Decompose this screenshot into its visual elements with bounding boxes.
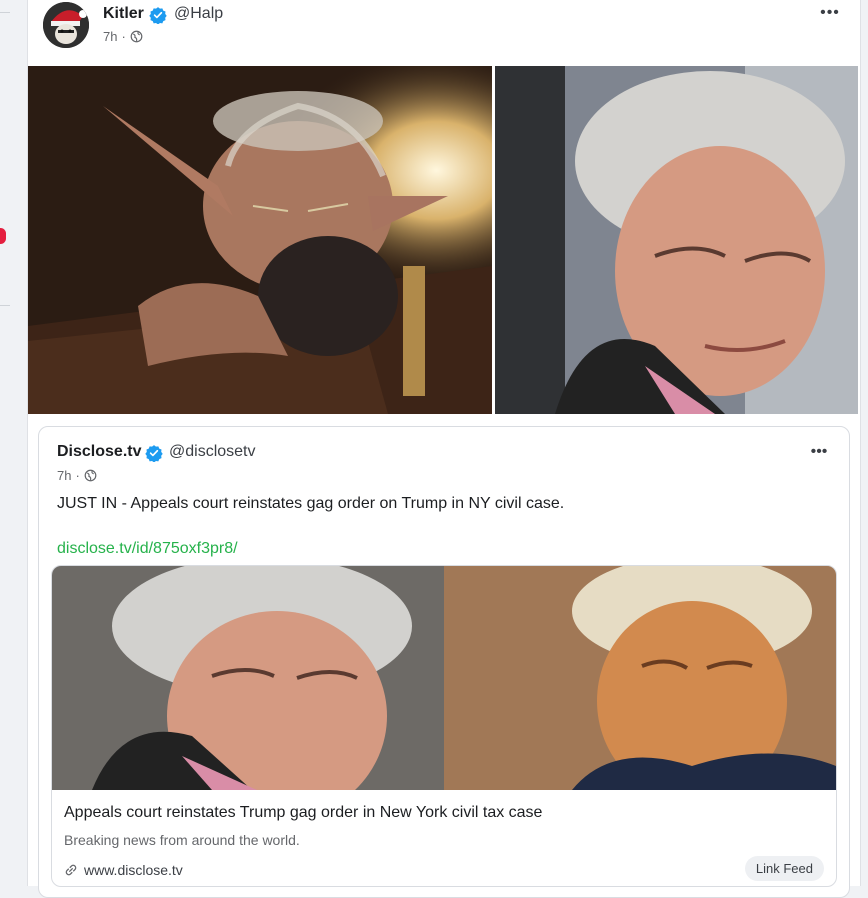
meta-separator: · [121, 29, 126, 44]
post-card: Kitler @Halp 7h · ••• Disclose.tv @discl… [27, 0, 861, 898]
meta-separator: · [75, 468, 80, 483]
quoted-time[interactable]: 7h [57, 468, 71, 483]
left-sidebar-edge [0, 0, 12, 886]
link-preview-description: Breaking news from around the world. [64, 832, 300, 848]
post-time[interactable]: 7h [103, 29, 117, 44]
link-feed-badge[interactable]: Link Feed [744, 856, 824, 881]
quoted-author-handle[interactable]: @disclosetv [169, 443, 256, 461]
globe-icon [84, 469, 97, 482]
quoted-post[interactable]: Disclose.tv @disclosetv 7h · ••• JUST IN… [38, 426, 850, 898]
more-options-button[interactable]: ••• [816, 4, 844, 24]
post-media-grid [28, 66, 858, 414]
post-image-judge[interactable] [495, 66, 858, 414]
link-preview-image[interactable] [52, 566, 836, 790]
link-preview-domain[interactable]: www.disclose.tv [64, 862, 183, 878]
post-header: Kitler @Halp 7h · ••• [28, 0, 860, 64]
quoted-meta: 7h · [57, 468, 97, 483]
author-handle[interactable]: @Halp [174, 5, 223, 23]
notification-dot[interactable] [0, 228, 6, 244]
quoted-post-link[interactable]: disclose.tv/id/875oxf3pr8/ [57, 540, 238, 558]
sidebar-divider [0, 305, 10, 306]
avatar[interactable] [43, 2, 89, 48]
author-name[interactable]: Kitler [103, 5, 144, 23]
link-preview-card[interactable]: Appeals court reinstates Trump gag order… [51, 565, 837, 887]
sidebar-divider [0, 12, 10, 13]
quoted-more-options-button[interactable]: ••• [805, 443, 833, 463]
quoted-post-text: JUST IN - Appeals court reinstates gag o… [57, 495, 565, 512]
verified-icon [149, 7, 167, 24]
verified-icon [145, 445, 163, 462]
link-preview-title[interactable]: Appeals court reinstates Trump gag order… [64, 804, 542, 822]
post-meta: 7h · [103, 29, 143, 44]
post-image-goblin[interactable] [28, 66, 492, 414]
link-domain-text[interactable]: www.disclose.tv [84, 862, 183, 878]
quoted-author-name[interactable]: Disclose.tv [57, 443, 141, 461]
globe-icon [130, 30, 143, 43]
link-icon [65, 864, 77, 876]
